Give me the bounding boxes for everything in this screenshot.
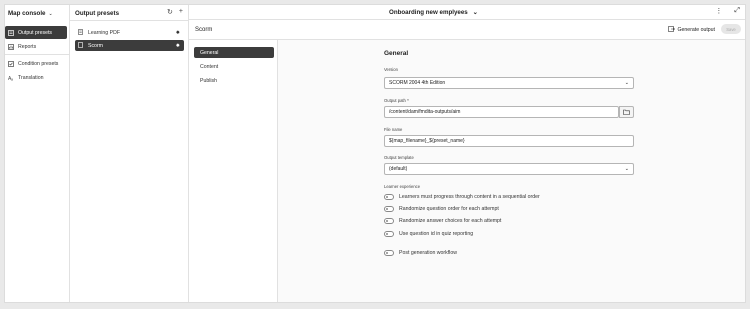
toggle-switch[interactable] (384, 218, 394, 224)
page-title: Onboarding new emplyees (389, 9, 468, 16)
chevron-down-icon: ⌄ (48, 10, 53, 17)
divider (5, 54, 69, 55)
output-template-value: (default) (389, 166, 408, 172)
toggle-label: Randomize answer choices for each attemp… (399, 218, 502, 224)
top-actions: ⋮ ⤢ (715, 7, 740, 15)
output-template-select[interactable]: (default) ⌄ (384, 163, 634, 175)
preset-item-learning-pdf[interactable]: Learning PDF ✹ (75, 27, 184, 38)
refresh-icon[interactable]: ↻ (167, 8, 173, 16)
reports-icon (8, 43, 14, 50)
sidebar-item-label: Condition presets (18, 60, 59, 67)
more-options-icon[interactable]: ⋮ (715, 7, 722, 15)
sidebar-item-label: Translation (18, 74, 44, 81)
sidebar-item-label: Output presets (18, 29, 53, 36)
output-template-label: Output template (384, 155, 414, 160)
file-name-value: ${map_filename}_${preset_name} (389, 138, 465, 144)
map-console-menu[interactable]: Map console ⌄ (8, 10, 53, 17)
toggle-switch[interactable] (384, 231, 394, 237)
toggle-switch[interactable] (384, 250, 394, 256)
required-mark: * (407, 98, 409, 103)
file-name-label: File name (384, 127, 403, 132)
preset-label: Scorm (88, 42, 103, 49)
svg-text:a: a (11, 77, 13, 81)
toggle-label: Learners must progress through content i… (399, 194, 540, 200)
file-name-input[interactable]: ${map_filename}_${preset_name} (384, 135, 634, 147)
output-path-value: /content/dam/fmdita-outputs/aim (389, 109, 461, 115)
condition-icon (8, 60, 14, 67)
output-path-label: Output path * (384, 98, 409, 103)
settings-icon[interactable]: ✹ (176, 30, 180, 36)
output-path-label-text: Output path (384, 98, 406, 103)
translation-icon: Aa (8, 75, 14, 81)
generate-icon (667, 26, 675, 34)
toggle-switch[interactable] (384, 194, 394, 200)
sidebar-item-translation[interactable]: Aa Translation (5, 71, 67, 84)
chevron-down-icon: ⌄ (624, 80, 629, 86)
toggle-label: Use question id in quiz reporting (399, 231, 474, 237)
preset-label: Learning PDF (88, 29, 121, 36)
map-console-title: Map console (8, 10, 46, 17)
toggle-sequential[interactable]: Learners must progress through content i… (384, 194, 540, 200)
presets-title: Output presets (75, 10, 120, 17)
section-title: General (384, 50, 409, 57)
tab-general[interactable]: General (194, 47, 274, 58)
sidebar-item-output-presets[interactable]: Output presets (5, 26, 67, 39)
settings-tabs: General Content Publish (189, 40, 278, 302)
browse-folder-button[interactable] (619, 106, 634, 118)
toggle-randomize-answers[interactable]: Randomize answer choices for each attemp… (384, 218, 501, 224)
folder-icon (623, 109, 630, 115)
divider (70, 20, 188, 21)
toggle-label: Randomize question order for each attemp… (399, 206, 499, 212)
generate-label: Generate output (677, 27, 716, 33)
preset-header: Scorm Generate output Save (189, 20, 745, 40)
sidebar: Map console ⌄ Output presets Reports Con… (5, 5, 70, 302)
tab-content[interactable]: Content (194, 61, 274, 72)
sidebar-item-condition-presets[interactable]: Condition presets (5, 57, 67, 70)
presets-panel: Output presets ↻ + Learning PDF ✹ Scorm … (70, 5, 189, 302)
toggle-randomize-questions[interactable]: Randomize question order for each attemp… (384, 206, 499, 212)
output-path-input[interactable]: /content/dam/fmdita-outputs/aim (384, 106, 619, 118)
generate-output-button[interactable]: Generate output (667, 26, 716, 34)
toggle-label: Post generation workflow (399, 250, 457, 256)
settings-icon[interactable]: ✹ (176, 43, 180, 49)
chevron-down-icon: ⌄ (472, 9, 478, 16)
preset-title: Scorm (195, 27, 213, 33)
tab-publish[interactable]: Publish (194, 75, 274, 86)
presets-actions: ↻ + (167, 8, 183, 16)
top-bar: Onboarding new emplyees ⌄ ⋮ ⤢ (189, 5, 745, 20)
preset-item-scorm[interactable]: Scorm ✹ (75, 40, 184, 51)
chevron-down-icon: ⌄ (624, 166, 629, 172)
version-value: SCORM 2004 4th Edition (389, 80, 446, 86)
sidebar-nav: Output presets Reports Condition presets… (5, 26, 69, 85)
form-area: General Version SCORM 2004 4th Edition ⌄… (278, 40, 745, 302)
version-label: Version (384, 67, 398, 72)
sidebar-item-label: Reports (18, 43, 37, 50)
toggle-question-id[interactable]: Use question id in quiz reporting (384, 231, 473, 237)
sidebar-item-reports[interactable]: Reports (5, 40, 67, 53)
package-icon (78, 41, 83, 50)
presets-icon (8, 29, 14, 36)
learner-experience-label: Learner experience (384, 184, 421, 189)
app-window: Map console ⌄ Output presets Reports Con… (4, 4, 746, 303)
map-title-menu[interactable]: Onboarding new emplyees ⌄ (389, 9, 478, 16)
add-icon[interactable]: + (179, 8, 183, 16)
collapse-icon[interactable]: ⤢ (734, 7, 740, 15)
document-icon (78, 28, 83, 37)
toggle-post-generation[interactable]: Post generation workflow (384, 250, 457, 256)
version-select[interactable]: SCORM 2004 4th Edition ⌄ (384, 77, 634, 89)
toggle-switch[interactable] (384, 206, 394, 212)
save-button[interactable]: Save (721, 24, 741, 34)
